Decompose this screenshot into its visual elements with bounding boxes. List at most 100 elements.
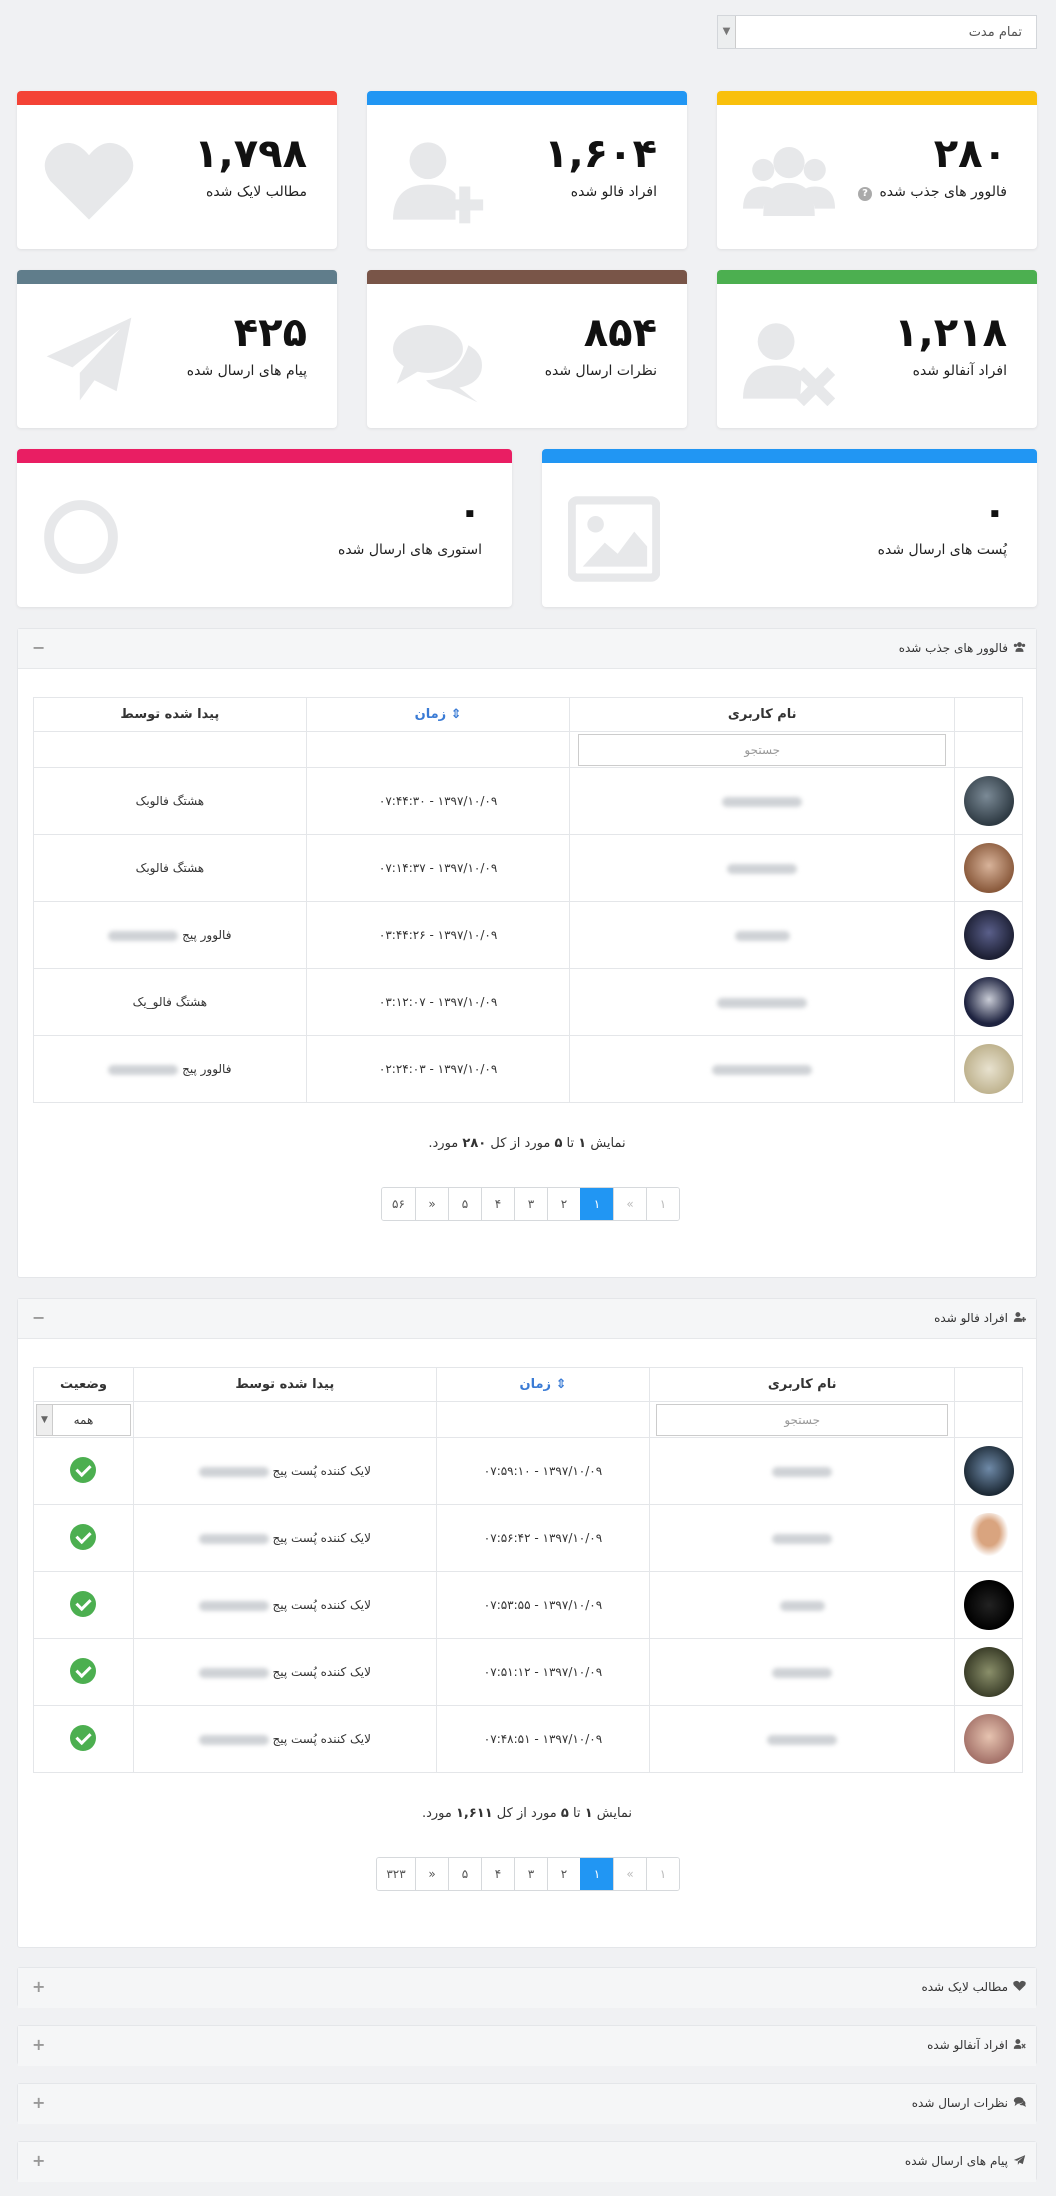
check-circle-icon <box>70 1657 97 1684</box>
user-times-icon <box>1013 2039 1026 2049</box>
users-icon <box>743 146 835 216</box>
blurred-page-name <box>198 1600 269 1611</box>
page-3[interactable]: ۳ <box>514 1188 547 1220</box>
panel-unfollowed-users[interactable]: افراد آنفالو شده + <box>17 2025 1037 2066</box>
column-avatar <box>954 1367 1023 1402</box>
collapse-toggle[interactable]: − <box>32 1308 45 1327</box>
table-row[interactable]: ۱۳۹۷/۱۰/۰۹ - ۰۷:۵۳:۵۵ لایک کننده پُست پی… <box>33 1571 1023 1639</box>
panel-header[interactable]: فالوور های جذب شده − <box>18 629 1036 669</box>
check-circle-icon <box>70 1590 97 1617</box>
blurred-username[interactable] <box>727 863 798 874</box>
column-time-sortable[interactable]: ⇕ زمان <box>305 697 571 732</box>
table-row[interactable]: ۱۳۹۷/۱۰/۰۹ - ۰۷:۱۴:۳۷ هشتگ فالوبک <box>33 834 1023 902</box>
status-filter-select[interactable]: همه ▼ <box>35 1403 131 1436</box>
panel-header[interactable]: نظرات ارسال شده + <box>18 2084 1036 2124</box>
blurred-page-name <box>198 1734 269 1745</box>
row-time: ۱۳۹۷/۱۰/۰۹ - ۰۷:۴۴:۳۰ <box>305 767 571 835</box>
blurred-username[interactable] <box>734 930 790 941</box>
page-1-active[interactable]: ۱ <box>580 1858 613 1890</box>
heart-icon <box>44 142 134 220</box>
expand-toggle[interactable]: + <box>32 2093 45 2112</box>
avatar[interactable] <box>963 1513 1014 1563</box>
paper-plane-icon <box>46 317 132 401</box>
row-time: ۱۳۹۷/۱۰/۰۹ - ۰۷:۵۳:۵۵ <box>435 1571 651 1639</box>
expand-toggle[interactable]: + <box>32 1977 45 1996</box>
table-row[interactable]: ۱۳۹۷/۱۰/۰۹ - ۰۷:۴۴:۳۰ هشتگ فالوبک <box>33 767 1023 835</box>
blurred-username[interactable] <box>767 1734 838 1745</box>
panel-header[interactable]: پیام های ارسال شده + <box>18 2142 1036 2182</box>
page-2[interactable]: ۲ <box>547 1858 580 1890</box>
card-color-bar <box>17 449 512 463</box>
panel-header[interactable]: افراد فالو شده − <box>18 1299 1036 1339</box>
expand-toggle[interactable]: + <box>32 2151 45 2170</box>
panel-sent-comments[interactable]: نظرات ارسال شده + <box>17 2083 1037 2124</box>
avatar[interactable] <box>963 1580 1014 1630</box>
page-4[interactable]: ۴ <box>481 1858 514 1890</box>
panel-title: فالوور های جذب شده <box>899 641 1026 655</box>
avatar[interactable] <box>963 1446 1014 1496</box>
card-value: ۱,۲۱۸ <box>894 310 1007 356</box>
table-row[interactable]: ۱۳۹۷/۱۰/۰۹ - ۰۷:۴۸:۵۱ لایک کننده پُست پی… <box>33 1705 1023 1773</box>
panel-header[interactable]: افراد آنفالو شده + <box>18 2026 1036 2066</box>
followers-table: نام کاربری ⇕ زمان پیدا شده توسط جستجو ۱۳… <box>33 697 1023 1103</box>
row-found-by: لایک کننده پُست پیج <box>272 1732 371 1746</box>
blurred-username[interactable] <box>772 1667 833 1678</box>
blurred-username[interactable] <box>722 796 803 807</box>
panel-liked-posts[interactable]: مطالب لایک شده + <box>17 1967 1037 2008</box>
avatar[interactable] <box>963 1647 1014 1697</box>
page-3[interactable]: ۳ <box>514 1858 547 1890</box>
period-select[interactable]: تمام مدت ▼ <box>717 15 1037 49</box>
username-search-input[interactable]: جستجو <box>656 1403 948 1436</box>
table-row[interactable]: ۱۳۹۷/۱۰/۰۹ - ۰۷:۵۶:۴۲ لایک کننده پُست پی… <box>33 1504 1023 1572</box>
page-4[interactable]: ۴ <box>481 1188 514 1220</box>
help-icon[interactable]: ? <box>858 187 873 201</box>
blurred-username[interactable] <box>772 1533 833 1544</box>
sort-icon: ⇕ <box>555 1377 567 1392</box>
row-found-by: لایک کننده پُست پیج <box>272 1464 371 1478</box>
blurred-username[interactable] <box>717 997 808 1008</box>
table-row[interactable]: ۱۳۹۷/۱۰/۰۹ - ۰۲:۲۴:۰۳ فالوور پیج <box>33 1035 1023 1103</box>
users-icon <box>1013 642 1026 652</box>
page-prev: « <box>613 1188 646 1220</box>
avatar[interactable] <box>963 910 1014 960</box>
avatar[interactable] <box>963 1714 1014 1764</box>
page-next[interactable]: » <box>415 1858 448 1890</box>
card-label: نظرات ارسال شده <box>544 363 657 379</box>
avatar[interactable] <box>963 1044 1014 1094</box>
avatar[interactable] <box>963 843 1014 893</box>
panel-sent-messages[interactable]: پیام های ارسال شده + <box>17 2141 1037 2182</box>
blurred-username[interactable] <box>712 1064 813 1075</box>
blurred-page-name <box>108 930 179 941</box>
page-1-active[interactable]: ۱ <box>580 1188 613 1220</box>
table-row[interactable]: ۱۳۹۷/۱۰/۰۹ - ۰۷:۵۱:۱۲ لایک کننده پُست پی… <box>33 1638 1023 1706</box>
row-time: ۱۳۹۷/۱۰/۰۹ - ۰۷:۵۹:۱۰ <box>435 1437 651 1505</box>
page-next[interactable]: » <box>415 1188 448 1220</box>
page-2[interactable]: ۲ <box>547 1188 580 1220</box>
page-first: ۱ <box>646 1858 679 1890</box>
row-found-by: هشتگ فالوبک <box>33 834 307 902</box>
page-last[interactable]: ۵۶ <box>382 1188 415 1220</box>
blurred-username[interactable] <box>779 1600 825 1611</box>
username-search-input[interactable]: جستجو <box>578 733 947 766</box>
blurred-username[interactable] <box>772 1466 833 1477</box>
panel-header[interactable]: مطالب لایک شده + <box>18 1968 1036 2008</box>
table-filter-row: جستجو <box>33 731 1023 768</box>
page-5[interactable]: ۵ <box>448 1858 481 1890</box>
avatar[interactable] <box>963 776 1014 826</box>
user-plus-icon <box>1013 1312 1026 1322</box>
pagination: ۳۲۳ » ۵ ۴ ۳ ۲ ۱ « ۱ <box>376 1857 680 1891</box>
card-color-bar <box>542 449 1037 463</box>
table-row[interactable]: ۱۳۹۷/۱۰/۰۹ - ۰۷:۵۹:۱۰ لایک کننده پُست پی… <box>33 1437 1023 1505</box>
comments-icon <box>1013 2097 1026 2107</box>
page-5[interactable]: ۵ <box>448 1188 481 1220</box>
table-row[interactable]: ۱۳۹۷/۱۰/۰۹ - ۰۳:۴۴:۲۶ فالوور پیج <box>33 901 1023 969</box>
expand-toggle[interactable]: + <box>32 2035 45 2054</box>
stat-card-sent-posts: ۰ پُست های ارسال شده <box>542 449 1037 607</box>
collapse-toggle[interactable]: − <box>32 638 45 657</box>
page-last[interactable]: ۳۲۳ <box>377 1858 415 1890</box>
table-row[interactable]: ۱۳۹۷/۱۰/۰۹ - ۰۳:۱۲:۰۷ هشتگ فالو_یک <box>33 968 1023 1036</box>
panel-followed-users: افراد فالو شده − نام کاربری ⇕ زمان پیدا … <box>17 1298 1037 1948</box>
avatar[interactable] <box>963 977 1014 1027</box>
column-time-sortable[interactable]: ⇕ زمان <box>435 1367 651 1402</box>
card-color-bar <box>367 91 687 105</box>
